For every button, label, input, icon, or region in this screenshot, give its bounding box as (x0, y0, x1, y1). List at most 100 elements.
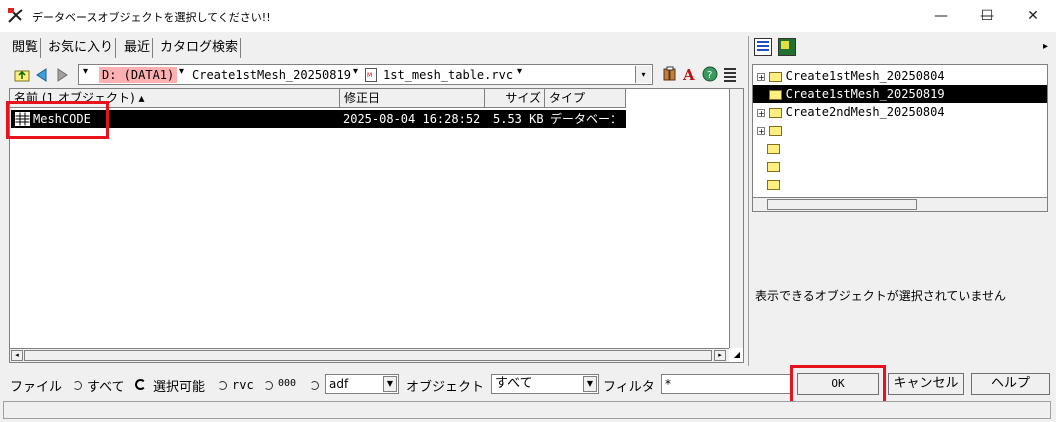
radio-rvc-label[interactable]: rvc (232, 378, 254, 392)
chevron-down-icon[interactable]: ▼ (583, 376, 597, 392)
radio-all-icon[interactable] (73, 381, 82, 390)
highlight-meshcode (6, 101, 109, 139)
column-header-type[interactable]: タイプ (545, 89, 626, 108)
radio-all-label[interactable]: すべて (87, 376, 125, 395)
drive-dropdown-icon[interactable]: ▾ (179, 66, 184, 77)
panel-expand-icon[interactable]: ▸ (1043, 41, 1048, 52)
format-select[interactable]: adf ▼ (325, 374, 399, 394)
svg-text:?: ? (707, 70, 712, 81)
column-header-modified-label: 修正日 (344, 91, 381, 105)
tab-catalog-search[interactable]: カタログ検索 (158, 38, 242, 58)
scroll-right-icon[interactable]: ▸ (714, 350, 726, 361)
column-header-modified[interactable]: 修正日 (340, 89, 485, 108)
path-folder[interactable]: Create1stMesh_20250819 (192, 67, 351, 83)
font-style-icon[interactable]: A (682, 66, 698, 82)
expand-icon[interactable]: + (757, 72, 765, 81)
empty-preview-message: 表示できるオブジェクトが選択されていません (755, 289, 1007, 303)
radio-000-icon[interactable] (264, 381, 273, 390)
help-button-label: ヘルプ (990, 376, 1030, 391)
filter-input-value: * (665, 377, 671, 391)
row-size: 5.53 KB (493, 112, 544, 126)
radio-selectable-label[interactable]: 選択可能 (153, 376, 205, 395)
maximize-icon: ☐ (980, 8, 994, 24)
help-button[interactable]: ヘルプ (971, 373, 1050, 395)
tab-recent[interactable]: 最近 (122, 38, 154, 58)
tree-item-selected[interactable]: Create1stMesh_20250819 (753, 85, 1047, 103)
close-button[interactable]: ✕ (1010, 0, 1056, 32)
close-icon: ✕ (1027, 8, 1039, 24)
scroll-thumb[interactable] (24, 350, 712, 361)
maximize-button-area[interactable]: ☐ (964, 0, 1010, 32)
folder-icon (768, 71, 782, 82)
tree-item[interactable]: + (757, 121, 782, 139)
column-header-size-label: サイズ (505, 91, 541, 105)
tree-item[interactable]: + Create2ndMesh_20250804 (757, 103, 945, 121)
help-globe-icon[interactable]: ? (702, 66, 718, 82)
folder-icon (767, 143, 780, 154)
folder-icon (767, 179, 780, 190)
tree-item[interactable]: + Create1stMesh_20250804 (757, 67, 945, 85)
object-label: オブジェクト (406, 380, 485, 395)
path-bar[interactable]: ▾ D: (DATA1) ▾ Create1stMesh_20250819 ▾ … (78, 64, 653, 85)
tree-item-label: Create2ndMesh_20250804 (785, 105, 945, 119)
path-dropdown-icon[interactable]: ▾ (83, 66, 88, 77)
minimize-button-area[interactable]: — (918, 0, 964, 32)
file-list[interactable]: 名前 (1 オブジェクト) ▴ 修正日 サイズ タイプ MeshCODE 202… (9, 88, 744, 363)
panel-divider[interactable] (748, 36, 749, 366)
radio-000-label[interactable]: 000 (278, 378, 296, 389)
tab-browse-label: 閲覧 (12, 40, 39, 55)
file-label: ファイル (10, 380, 63, 395)
tree-item[interactable] (767, 157, 780, 175)
file-dropdown-icon[interactable]: ▾ (517, 66, 522, 77)
svg-text:A: A (682, 66, 695, 82)
tree-item[interactable] (767, 175, 780, 193)
chevron-down-icon: ▾ (641, 70, 646, 79)
filter-label: フィルタ (603, 380, 655, 395)
window-title: データベースオブジェクトを選択してください!! (32, 11, 271, 24)
file-list-vscroll[interactable] (729, 89, 743, 348)
cancel-button[interactable]: キャンセル (888, 373, 964, 395)
scroll-thumb[interactable] (767, 199, 917, 210)
title-bar: データベースオブジェクトを選択してください!! — — ☐ ✕ (0, 0, 1056, 32)
tab-favorites[interactable]: お気に入り (46, 38, 117, 58)
tree-item[interactable] (767, 139, 780, 157)
row-type: データベー： (550, 112, 623, 126)
expand-icon[interactable]: + (757, 108, 765, 117)
minimize-icon: — (934, 8, 948, 24)
row-modified: 2025-08-04 16:28:52 (343, 112, 481, 126)
tree-view-icon[interactable] (754, 38, 772, 56)
radio-rvc-icon[interactable] (218, 381, 227, 390)
path-file[interactable]: 1st_mesh_table.rvc (383, 67, 513, 83)
scroll-left-icon[interactable]: ◂ (11, 350, 23, 361)
folder-tree[interactable]: + Create1stMesh_20250804 Create1stMesh_2… (752, 64, 1048, 212)
preview-icon[interactable] (778, 38, 796, 56)
resize-grip-icon[interactable]: ◢ (731, 349, 743, 361)
forward-arrow-icon[interactable] (54, 67, 70, 83)
folder-dropdown-icon[interactable]: ▾ (353, 66, 358, 77)
expand-icon[interactable]: + (757, 126, 765, 135)
tree-item-label: Create1stMesh_20250819 (785, 87, 945, 101)
tab-catalog-search-label: カタログ検索 (160, 40, 239, 55)
path-drive[interactable]: D: (DATA1) (99, 67, 178, 83)
tree-hscroll[interactable] (753, 197, 1047, 211)
tree-item-label: Create1stMesh_20250804 (785, 69, 945, 83)
rvc-file-icon: M (365, 68, 377, 82)
tab-browse[interactable]: 閲覧 (10, 38, 42, 58)
path-combo-arrow[interactable]: ▾ (635, 66, 651, 83)
object-select[interactable]: すべて ▼ (491, 374, 599, 394)
radio-format-icon[interactable] (310, 381, 319, 390)
radio-selectable-icon[interactable] (135, 379, 146, 390)
object-select-value: すべて (495, 376, 533, 391)
tab-recent-label: 最近 (124, 40, 151, 55)
file-list-hscroll[interactable]: ◂ ▸ (10, 348, 729, 362)
up-folder-icon[interactable] (14, 67, 30, 83)
catalog-icon[interactable] (662, 66, 678, 82)
column-header-size[interactable]: サイズ (485, 89, 545, 108)
folder-icon (768, 89, 782, 100)
list-view-icon[interactable] (722, 66, 738, 82)
svg-text:M: M (367, 72, 372, 79)
chevron-down-icon[interactable]: ▼ (383, 376, 397, 392)
filter-input[interactable]: * (661, 374, 791, 394)
folder-icon (768, 107, 782, 118)
back-arrow-icon[interactable] (34, 67, 50, 83)
